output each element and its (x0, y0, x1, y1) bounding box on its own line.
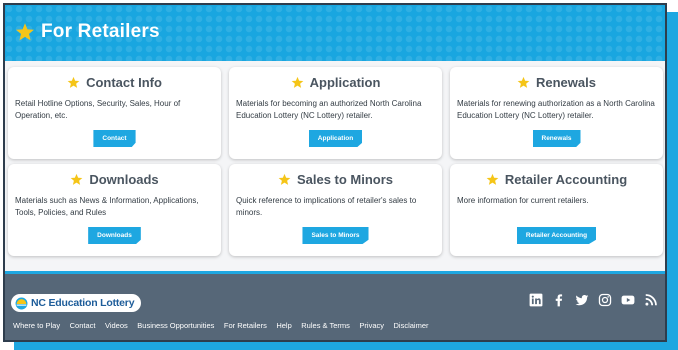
card-header: Sales to Minors (236, 170, 435, 188)
card-header: Renewals (457, 73, 656, 91)
card-title: Sales to Minors (296, 171, 394, 187)
star-icon (291, 76, 303, 88)
footer-link-privacy[interactable]: Privacy (359, 321, 384, 330)
star-icon (517, 76, 530, 88)
site-footer: NC Education Lottery Where to Play Conta… (5, 271, 665, 340)
footer-link-disclaimer[interactable]: Disclaimer (394, 321, 429, 330)
star-icon (70, 173, 83, 185)
contact-button[interactable]: Contact (93, 130, 136, 147)
page-title: For Retailers (41, 21, 160, 42)
nc-lottery-logo[interactable]: NC Education Lottery (11, 294, 142, 312)
card-title: Renewals (536, 74, 596, 90)
sun-logo-icon (15, 297, 28, 309)
card-description: Quick reference to implications of retai… (236, 196, 417, 217)
social-links (529, 293, 658, 307)
application-button[interactable]: Application (308, 130, 363, 147)
card-header: Retailer Accounting (457, 170, 656, 188)
sales-to-minors-button[interactable]: Sales to Minors (302, 227, 369, 244)
renewals-button[interactable]: Renewals (532, 130, 581, 147)
footer-link-help[interactable]: Help (276, 321, 291, 330)
downloads-button[interactable]: Downloads (88, 227, 141, 244)
star-icon (486, 173, 499, 185)
rss-icon[interactable] (644, 293, 658, 307)
card-sales-to-minors: Sales to Minors Quick reference to impli… (229, 164, 442, 256)
youtube-icon[interactable] (621, 293, 635, 307)
card-header: Downloads (15, 170, 214, 188)
card-title: Downloads (89, 171, 159, 187)
twitter-icon[interactable] (575, 293, 589, 307)
card-title: Contact Info (86, 74, 162, 90)
instagram-icon[interactable] (598, 293, 612, 307)
card-description: Retail Hotline Options, Security, Sales,… (15, 99, 181, 120)
footer-link-business-opportunities[interactable]: Business Opportunities (137, 321, 214, 330)
retailer-accounting-button[interactable]: Retailer Accounting (516, 227, 597, 244)
card-description: Materials such as News & Information, Ap… (15, 196, 199, 217)
card-grid: Contact Info Retail Hotline Options, Sec… (5, 61, 665, 271)
footer-link-for-retailers[interactable]: For Retailers (224, 321, 267, 330)
card-contact-info: Contact Info Retail Hotline Options, Sec… (8, 67, 221, 159)
card-downloads: Downloads Materials such as News & Infor… (8, 164, 221, 256)
section-header: For Retailers (5, 5, 665, 61)
facebook-icon[interactable] (552, 293, 566, 307)
retailers-panel: For Retailers Contact Info Retail Hotlin… (3, 3, 667, 342)
card-description: Materials for renewing authorization as … (457, 99, 655, 120)
footer-nav: Where to Play Contact Videos Business Op… (13, 321, 438, 330)
card-title: Retailer Accounting (504, 171, 628, 187)
footer-link-rules-terms[interactable]: Rules & Terms (301, 321, 350, 330)
linkedin-icon[interactable] (529, 293, 543, 307)
star-icon (16, 23, 34, 41)
card-application: Application Materials for becoming an au… (229, 67, 442, 159)
card-retailer-accounting: Retailer Accounting More information for… (450, 164, 663, 256)
logo-text: NC Education Lottery (31, 297, 135, 309)
star-icon (67, 76, 80, 88)
card-description: Materials for becoming an authorized Nor… (236, 99, 422, 120)
header-title-group: For Retailers (15, 21, 160, 43)
footer-link-videos[interactable]: Videos (105, 321, 128, 330)
card-header: Application (236, 73, 435, 91)
star-icon (278, 173, 291, 185)
card-title: Application (309, 74, 381, 90)
card-renewals: Renewals Materials for renewing authoriz… (450, 67, 663, 159)
card-header: Contact Info (15, 73, 214, 91)
card-description: More information for current retailers. (457, 196, 589, 205)
footer-link-where-to-play[interactable]: Where to Play (13, 321, 60, 330)
footer-link-contact[interactable]: Contact (70, 321, 96, 330)
